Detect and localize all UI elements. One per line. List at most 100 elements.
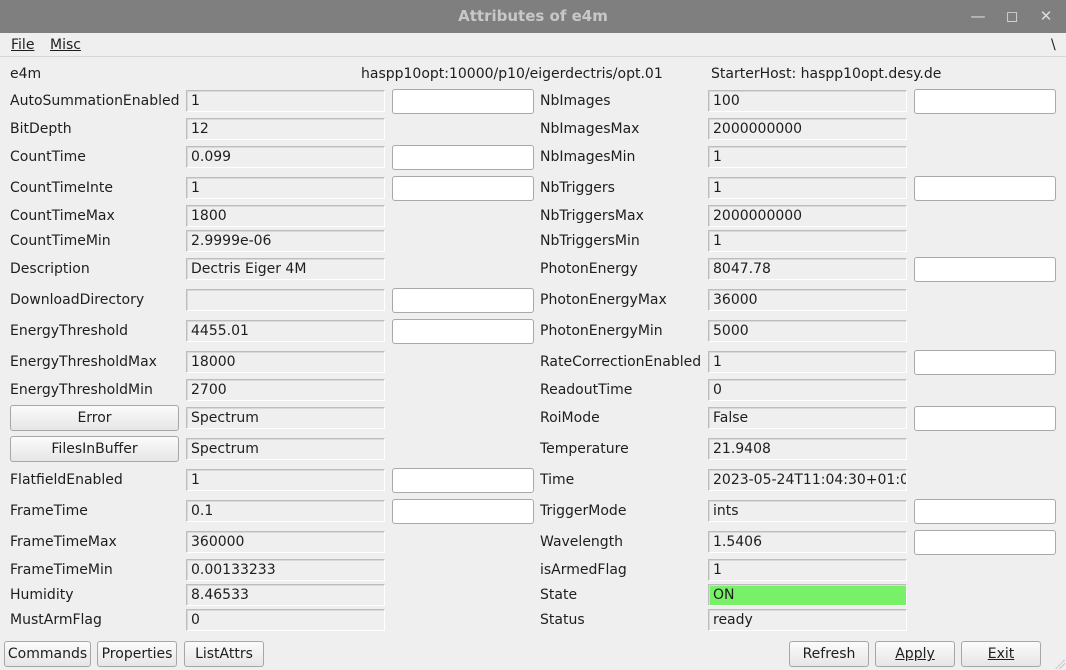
count-time-max-value: 1800 [186,205,385,227]
nb-images-max-label: NbImagesMax [540,121,640,137]
count-time-label: CountTime [10,149,86,165]
frame-time-label: FrameTime [10,503,88,519]
photon-energy-input[interactable] [914,257,1056,282]
menu-file[interactable]: File [11,37,34,53]
time-label: Time [540,472,575,488]
maximize-icon[interactable]: ◻ [1001,0,1023,33]
is-armed-flag-value: 1 [708,559,907,581]
flatfield-enabled-value: 1 [186,469,385,491]
state-label: State [540,587,578,603]
nb-images-min-value: 1 [708,146,907,168]
bit-depth-value: 12 [186,118,385,140]
files-in-buffer-value: Spectrum [186,438,385,460]
window-title: Attributes of e4m [458,7,608,25]
count-time-value: 0.099 [186,146,385,168]
trigger-mode-label: TriggerMode [540,503,627,519]
nb-triggers-max-label: NbTriggersMax [540,208,644,224]
must-arm-flag-value: 0 [186,609,385,631]
menu-bar: File Misc \ [0,33,1066,57]
count-time-min-value: 2.9999e-06 [186,230,385,252]
frame-time-max-label: FrameTimeMax [10,534,117,550]
download-directory-input[interactable] [392,288,534,313]
nb-images-input[interactable] [914,89,1056,114]
energy-threshold-min-label: EnergyThresholdMin [10,382,153,398]
energy-threshold-max-label: EnergyThresholdMax [10,354,157,370]
photon-energy-max-value: 36000 [708,289,907,311]
nb-triggers-input[interactable] [914,176,1056,201]
wavelength-value: 1.5406 [708,531,907,553]
apply-button-label: Apply [895,646,935,662]
menu-file-label: File [11,37,35,53]
description-label: Description [10,261,90,277]
nb-triggers-min-value: 1 [708,230,907,252]
auto-summation-enabled-input[interactable] [392,89,534,114]
properties-button[interactable]: Properties [97,641,177,667]
must-arm-flag-label: MustArmFlag [10,612,102,628]
minimize-icon[interactable]: — [967,0,989,33]
device-name: e4m [10,66,42,82]
photon-energy-value: 8047.78 [708,258,907,280]
nb-images-max-value: 2000000000 [708,118,907,140]
energy-threshold-input[interactable] [392,319,534,344]
wavelength-input[interactable] [914,530,1056,555]
temperature-label: Temperature [540,441,629,457]
nb-triggers-label: NbTriggers [540,180,615,196]
nb-triggers-max-value: 2000000000 [708,205,907,227]
nb-images-label: NbImages [540,93,611,109]
rate-correction-enabled-value: 1 [708,351,907,373]
nb-images-min-label: NbImagesMin [540,149,636,165]
menu-misc-label: Misc [50,37,81,53]
count-time-min-label: CountTimeMin [10,233,111,249]
temperature-value: 21.9408 [708,438,907,460]
error-button[interactable]: Error [10,405,179,431]
count-time-inte-value: 1 [186,177,385,199]
wavelength-label: Wavelength [540,534,624,550]
readout-time-value: 0 [708,379,907,401]
close-icon[interactable]: ✕ [1035,0,1057,33]
apply-button[interactable]: Apply [875,641,955,667]
auto-summation-enabled-label: AutoSummationEnabled [10,93,180,109]
device-path: haspp10opt:10000/p10/eigerdectris/opt.01 [361,66,663,82]
commands-button[interactable]: Commands [4,641,91,667]
frame-time-min-label: FrameTimeMin [10,562,113,578]
rate-correction-enabled-label: RateCorrectionEnabled [540,354,702,370]
roi-mode-value: False [708,407,907,429]
frame-time-input[interactable] [392,499,534,524]
energy-threshold-label: EnergyThreshold [10,323,129,339]
flatfield-enabled-input[interactable] [392,468,534,493]
listattrs-button[interactable]: ListAttrs [184,641,264,667]
photon-energy-min-label: PhotonEnergyMin [540,323,663,339]
exit-button-label: Exit [987,646,1015,662]
energy-threshold-min-value: 2700 [186,379,385,401]
auto-summation-enabled-value: 1 [186,90,385,112]
humidity-value: 8.46533 [186,584,385,606]
frame-time-min-value: 0.00133233 [186,559,385,581]
energy-threshold-max-value: 18000 [186,351,385,373]
energy-threshold-value: 4455.01 [186,320,385,342]
flatfield-enabled-label: FlatfieldEnabled [10,472,123,488]
refresh-button[interactable]: Refresh [789,641,869,667]
trigger-mode-input[interactable] [914,499,1056,524]
resize-grip-icon[interactable] [1055,659,1065,669]
count-time-max-label: CountTimeMax [10,208,115,224]
nb-images-value: 100 [708,90,907,112]
starter-host: StarterHost: haspp10opt.desy.de [711,66,942,82]
roi-mode-input[interactable] [914,406,1056,431]
trigger-mode-value: ints [708,500,907,522]
status-label: Status [540,612,585,628]
count-time-inte-label: CountTimeInte [10,180,113,196]
frame-time-max-value: 360000 [186,531,385,553]
description-value: Dectris Eiger 4M [186,258,385,280]
menu-misc[interactable]: Misc [50,37,81,53]
roi-mode-label: RoiMode [540,410,600,426]
download-directory-label: DownloadDirectory [10,292,145,308]
menu-right-marker: \ [1051,37,1056,53]
rate-correction-enabled-input[interactable] [914,350,1056,375]
humidity-label: Humidity [10,587,74,603]
files-in-buffer-button[interactable]: FilesInBuffer [10,436,179,462]
count-time-inte-input[interactable] [392,176,534,201]
exit-button[interactable]: Exit [961,641,1041,667]
state-value: ON [708,584,907,606]
title-bar[interactable]: Attributes of e4m — ◻ ✕ [0,0,1066,33]
count-time-input[interactable] [392,145,534,170]
